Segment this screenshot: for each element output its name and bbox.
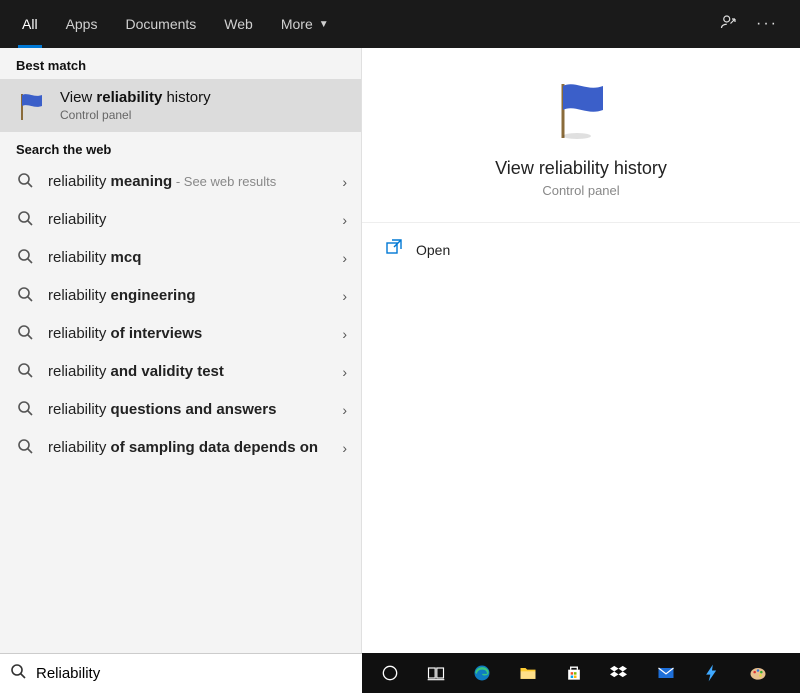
open-label: Open [416,242,450,258]
best-match-subtitle: Control panel [60,108,211,122]
flag-icon [549,78,613,142]
tab-more[interactable]: More▼ [267,0,343,48]
chevron-right-icon: › [342,402,347,418]
web-suggestion[interactable]: reliability meaning - See web results› [0,163,361,201]
search-input[interactable] [36,665,352,682]
chevron-right-icon: › [342,364,347,380]
preview-title: View reliability history [382,158,780,179]
search-icon [16,210,34,231]
search-icon [16,362,34,383]
web-suggestion[interactable]: reliability› [0,201,361,239]
store-icon[interactable] [552,653,596,693]
taskbar [0,653,800,693]
web-suggestion-label: reliability of interviews [48,325,345,344]
web-suggestion[interactable]: reliability mcq› [0,239,361,277]
web-suggestion[interactable]: reliability engineering› [0,277,361,315]
task-view-icon[interactable] [414,653,458,693]
web-suggestion-label: reliability mcq [48,249,345,268]
preview-subtitle: Control panel [382,183,780,198]
open-action[interactable]: Open [362,223,800,276]
best-match-header: Best match [0,48,361,79]
more-options-icon[interactable]: ··· [756,15,778,33]
web-suggestion[interactable]: reliability of sampling data depends on› [0,429,361,467]
search-web-header: Search the web [0,132,361,163]
feedback-icon[interactable] [720,13,738,36]
search-scope-tabs: All Apps Documents Web More▼ ··· [0,0,800,48]
chevron-down-icon: ▼ [319,19,329,30]
open-icon [386,239,402,260]
dropbox-icon[interactable] [598,653,642,693]
file-explorer-icon[interactable] [506,653,550,693]
tab-apps[interactable]: Apps [52,0,112,48]
results-pane: Best match View reliability history Cont… [0,48,362,653]
chevron-right-icon: › [342,326,347,342]
web-suggestion-label: reliability meaning - See web results [48,173,345,192]
chevron-right-icon: › [342,212,347,228]
chevron-right-icon: › [342,174,347,190]
lightning-icon[interactable] [690,653,734,693]
taskbar-search[interactable] [0,653,362,693]
web-suggestion[interactable]: reliability and validity test› [0,353,361,391]
web-suggestion-label: reliability questions and answers [48,401,345,420]
chevron-right-icon: › [342,250,347,266]
flag-icon [16,90,48,122]
search-icon [16,400,34,421]
web-suggestion-label: reliability [48,211,345,230]
edge-icon[interactable] [460,653,504,693]
search-icon [10,663,26,684]
preview-pane: View reliability history Control panel O… [362,48,800,653]
web-suggestion[interactable]: reliability of interviews› [0,315,361,353]
search-icon [16,438,34,459]
mail-icon[interactable] [644,653,688,693]
best-match-item[interactable]: View reliability history Control panel [0,79,361,132]
cortana-icon[interactable] [368,653,412,693]
search-icon [16,172,34,193]
tab-documents[interactable]: Documents [111,0,210,48]
tab-all[interactable]: All [8,0,52,48]
search-icon [16,324,34,345]
taskbar-tray [362,653,800,693]
web-suggestion-label: reliability and validity test [48,363,345,382]
web-suggestion[interactable]: reliability questions and answers› [0,391,361,429]
paint-icon[interactable] [736,653,780,693]
chevron-right-icon: › [342,288,347,304]
search-icon [16,286,34,307]
web-suggestion-label: reliability of sampling data depends on [48,439,345,458]
search-icon [16,248,34,269]
web-suggestion-label: reliability engineering [48,287,345,306]
tab-web[interactable]: Web [210,0,267,48]
best-match-title: View reliability history [60,89,211,106]
chevron-right-icon: › [342,440,347,456]
